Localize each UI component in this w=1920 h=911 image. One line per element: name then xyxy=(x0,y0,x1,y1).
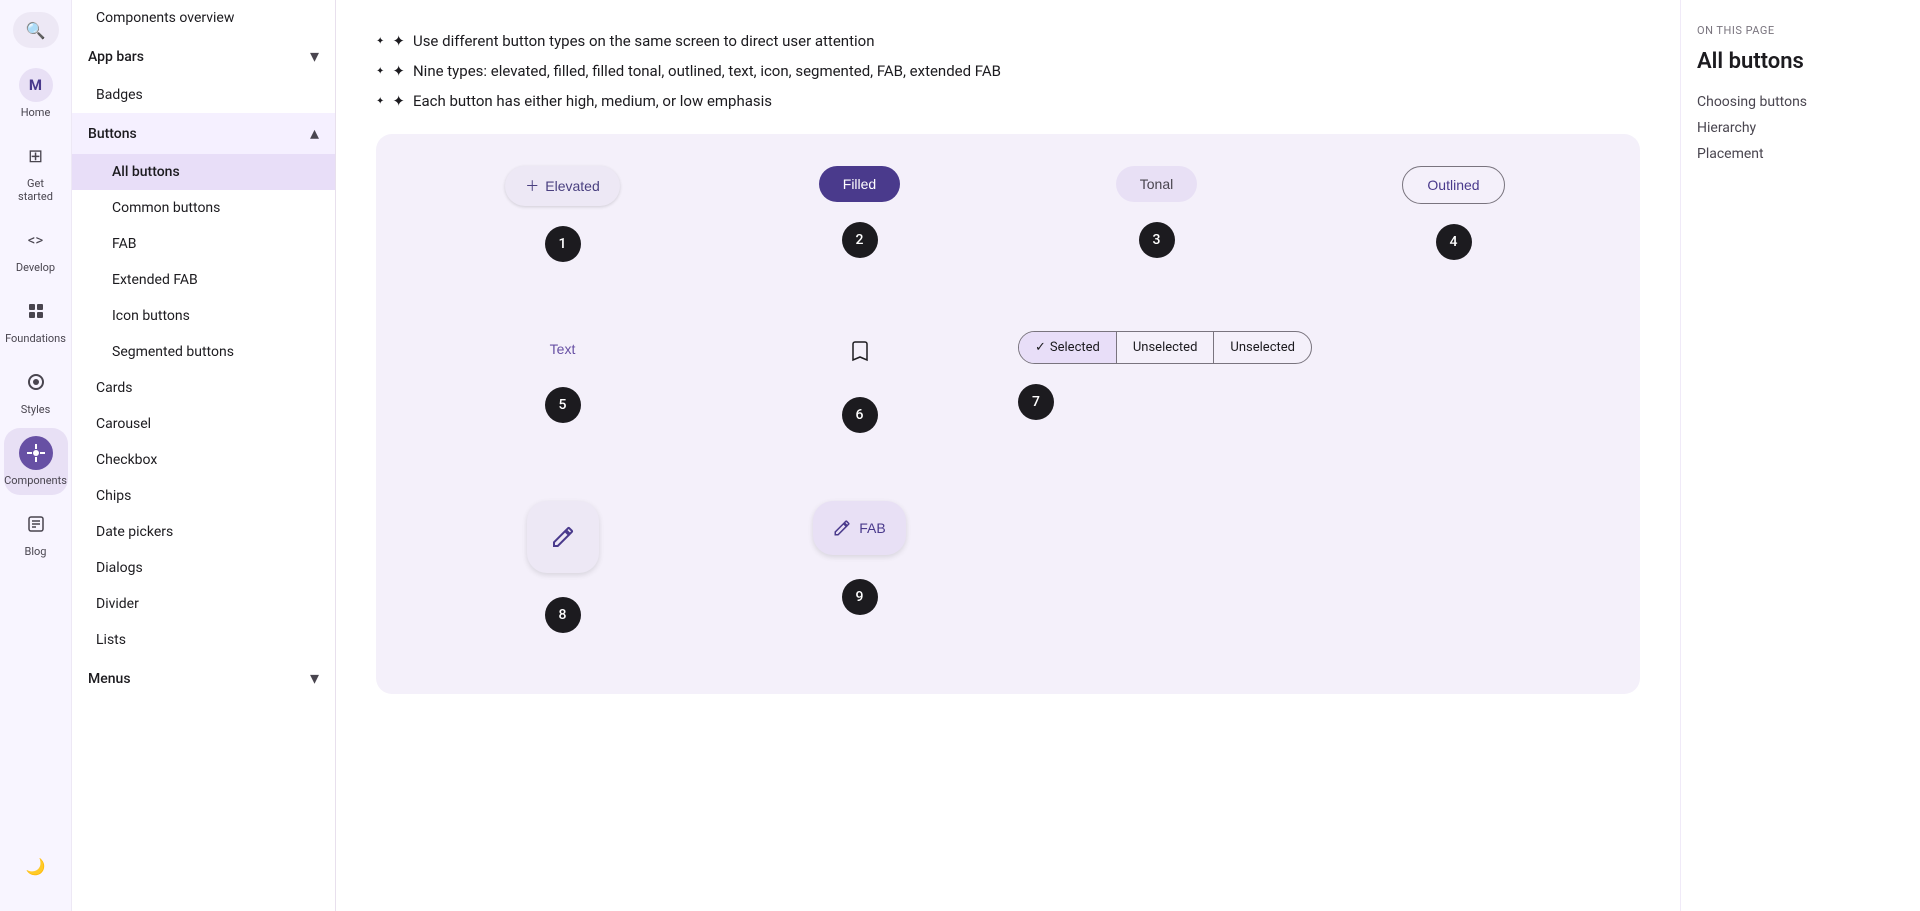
toc-link-choosing[interactable]: Choosing buttons xyxy=(1697,94,1904,110)
nav-item-lists[interactable]: Lists xyxy=(72,622,335,658)
filled-button[interactable]: Filled xyxy=(819,166,900,202)
icon-button[interactable] xyxy=(840,331,880,377)
home-icon: M xyxy=(19,68,53,102)
bullet-icon: ✦ xyxy=(392,32,405,50)
icon-sidebar: 🔍 M Home ⊞ Get started <> Develop Founda… xyxy=(0,0,72,911)
components-icon xyxy=(19,436,53,470)
text-button[interactable]: Text xyxy=(542,331,584,367)
toc-link-hierarchy[interactable]: Hierarchy xyxy=(1697,120,1904,136)
demo-cell-text: Text 5 xyxy=(424,331,701,423)
demo-cell-icon-button: 6 xyxy=(721,331,998,433)
nav-item-all-buttons[interactable]: All buttons xyxy=(72,154,335,190)
search-button[interactable]: 🔍 xyxy=(13,12,59,48)
moon-icon: 🌙 xyxy=(19,849,53,883)
toc-link-placement[interactable]: Placement xyxy=(1697,146,1904,162)
styles-icon xyxy=(19,365,53,399)
sidebar-item-label: Components xyxy=(4,474,67,487)
nav-item-app-bars[interactable]: App bars ▾ xyxy=(72,36,335,77)
nav-item-buttons[interactable]: Buttons ▴ xyxy=(72,113,335,154)
get-started-icon: ⊞ xyxy=(19,139,53,173)
nav-item-icon-buttons[interactable]: Icon buttons xyxy=(72,298,335,334)
segment-selected[interactable]: ✓ Selected xyxy=(1019,332,1117,363)
toc-panel: On this page All buttons Choosing button… xyxy=(1680,0,1920,911)
nav-item-checkbox[interactable]: Checkbox xyxy=(72,442,335,478)
demo-cell-tonal: Tonal 3 xyxy=(1018,166,1295,258)
dark-mode-toggle[interactable]: 🌙 xyxy=(4,841,68,891)
sidebar-item-foundations[interactable]: Foundations xyxy=(4,286,68,353)
foundations-icon xyxy=(19,294,53,328)
sidebar-item-develop[interactable]: <> Develop xyxy=(4,215,68,282)
demo-cell-elevated: ＋ Elevated 1 xyxy=(424,166,701,262)
bullet-item-2: ✦ Nine types: elevated, filled, filled t… xyxy=(376,62,1640,80)
sidebar-item-label: Get started xyxy=(10,177,62,203)
nav-sidebar: Components overview App bars ▾ Badges Bu… xyxy=(72,0,336,911)
demo-cell-outlined: Outlined 4 xyxy=(1315,166,1592,260)
nav-item-chips[interactable]: Chips xyxy=(72,478,335,514)
nav-item-menus[interactable]: Menus ▾ xyxy=(72,658,335,699)
sidebar-item-label: Blog xyxy=(25,545,47,558)
elevated-button[interactable]: ＋ Elevated xyxy=(505,166,619,206)
chevron-down-icon-menus: ▾ xyxy=(310,668,319,689)
nav-item-fab[interactable]: FAB xyxy=(72,226,335,262)
chevron-down-icon: ▾ xyxy=(310,46,319,67)
fab-button[interactable] xyxy=(527,501,599,573)
toc-on-this-page: On this page xyxy=(1697,24,1904,37)
bullet-icon: ✦ xyxy=(392,62,405,80)
bullet-item-1: ✦ Use different button types on the same… xyxy=(376,32,1640,50)
nav-item-date-pickers[interactable]: Date pickers xyxy=(72,514,335,550)
segment-unselected-1[interactable]: Unselected xyxy=(1117,332,1215,363)
nav-item-segmented-buttons[interactable]: Segmented buttons xyxy=(72,334,335,370)
segment-unselected-2[interactable]: Unselected xyxy=(1214,332,1311,363)
nav-item-cards[interactable]: Cards xyxy=(72,370,335,406)
search-icon: 🔍 xyxy=(26,21,46,40)
sidebar-item-styles[interactable]: Styles xyxy=(4,357,68,424)
num-badge-4: 4 xyxy=(1436,224,1472,260)
check-icon: ✓ xyxy=(1035,340,1046,355)
demo-cell-filled: Filled 2 xyxy=(721,166,998,258)
sidebar-item-label: Develop xyxy=(16,261,55,274)
num-badge-8: 8 xyxy=(545,597,581,633)
num-badge-9: 9 xyxy=(842,579,878,615)
demo-cell-fab-extended: FAB 9 xyxy=(721,501,998,615)
nav-item-badges[interactable]: Badges xyxy=(72,77,335,113)
nav-item-common-buttons[interactable]: Common buttons xyxy=(72,190,335,226)
nav-item-components-overview[interactable]: Components overview xyxy=(72,0,335,36)
toc-title: All buttons xyxy=(1697,49,1904,74)
num-badge-3: 3 xyxy=(1139,222,1175,258)
sidebar-item-get-started[interactable]: ⊞ Get started xyxy=(4,131,68,211)
bullet-item-3: ✦ Each button has either high, medium, o… xyxy=(376,92,1640,110)
demo-area: ＋ Elevated 1 Filled 2 Tonal 3 Outlined 4 xyxy=(376,134,1640,694)
num-badge-6: 6 xyxy=(842,397,878,433)
blog-icon xyxy=(19,507,53,541)
num-badge-7: 7 xyxy=(1018,384,1054,420)
bullet-list: ✦ Use different button types on the same… xyxy=(376,32,1640,110)
nav-item-extended-fab[interactable]: Extended FAB xyxy=(72,262,335,298)
num-badge-2: 2 xyxy=(842,222,878,258)
bullet-icon: ✦ xyxy=(392,92,405,110)
demo-cell-fab: 8 xyxy=(424,501,701,633)
sidebar-item-blog[interactable]: Blog xyxy=(4,499,68,566)
main-content: ✦ Use different button types on the same… xyxy=(336,0,1680,911)
fab-extended-button[interactable]: FAB xyxy=(813,501,905,555)
plus-icon: ＋ xyxy=(525,176,539,196)
develop-icon: <> xyxy=(19,223,53,257)
sidebar-item-components[interactable]: Components xyxy=(4,428,68,495)
num-badge-5: 5 xyxy=(545,387,581,423)
outlined-button[interactable]: Outlined xyxy=(1402,166,1504,204)
chevron-up-icon: ▴ xyxy=(310,123,319,144)
num-badge-1: 1 xyxy=(545,226,581,262)
sidebar-item-home[interactable]: M Home xyxy=(4,60,68,127)
sidebar-item-label: Foundations xyxy=(5,332,66,345)
sidebar-item-label: Styles xyxy=(21,403,51,416)
nav-item-divider[interactable]: Divider xyxy=(72,586,335,622)
tonal-button[interactable]: Tonal xyxy=(1116,166,1197,202)
nav-item-carousel[interactable]: Carousel xyxy=(72,406,335,442)
sidebar-item-label: Home xyxy=(21,106,51,119)
nav-item-dialogs[interactable]: Dialogs xyxy=(72,550,335,586)
segmented-button: ✓ Selected Unselected Unselected xyxy=(1018,331,1312,364)
demo-cell-segmented: ✓ Selected Unselected Unselected 7 xyxy=(1018,331,1592,420)
